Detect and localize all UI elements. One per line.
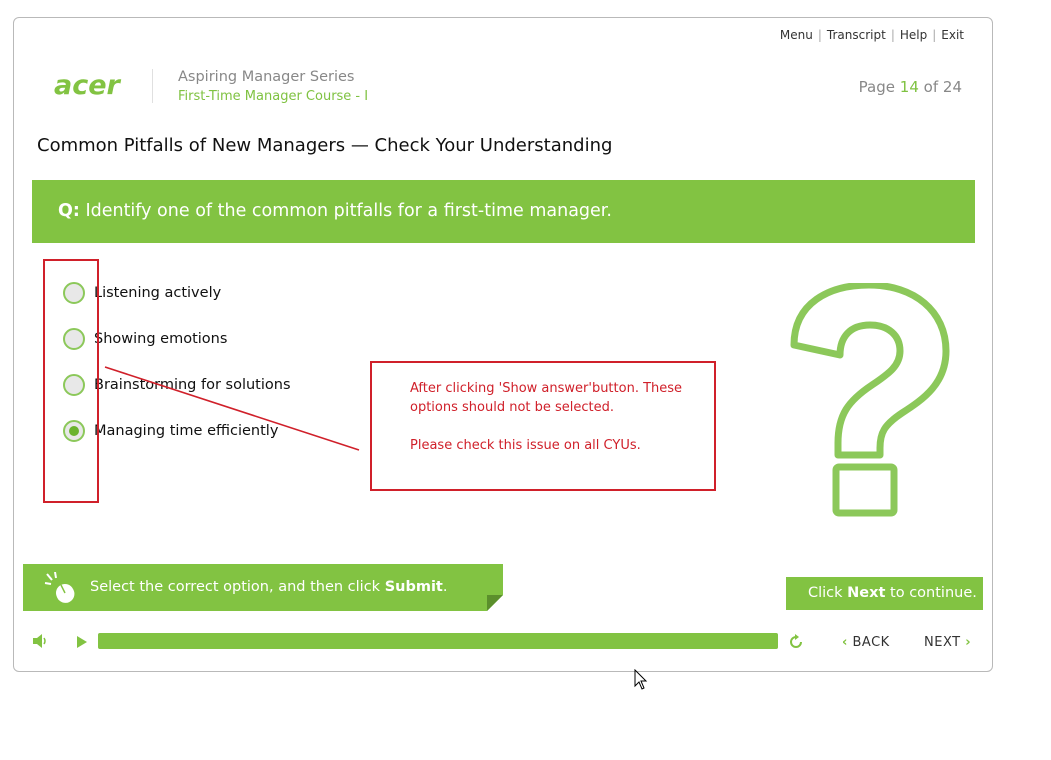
annotation-line-2: Please check this issue on all CYUs. (410, 438, 641, 453)
progress-bar[interactable] (98, 633, 778, 649)
play-icon[interactable] (76, 635, 88, 649)
volume-icon[interactable] (32, 633, 50, 649)
instruction-banner: Select the correct option, and then clic… (23, 564, 503, 611)
mouse-cursor-icon (634, 669, 648, 690)
annotation-note-box: After clicking 'Show answer'button. Thes… (370, 361, 716, 491)
instruction-text: Select the correct option, and then clic… (90, 579, 448, 595)
progress-fill (98, 633, 778, 649)
annotation-line-1: After clicking 'Show answer'button. Thes… (410, 381, 683, 415)
player-controls: ‹ BACK NEXT › (14, 623, 992, 663)
next-emphasis: Next (847, 585, 886, 601)
next-button[interactable]: NEXT › (924, 635, 971, 650)
back-button[interactable]: ‹ BACK (842, 635, 890, 650)
course-player-frame: Menu | Transcript | Help | Exit acer Aspiring … (13, 17, 993, 672)
question-mark-icon (790, 283, 950, 517)
replay-icon[interactable] (788, 634, 804, 650)
mouse-click-icon (44, 572, 75, 603)
chevron-right-icon: › (965, 635, 972, 650)
chevron-left-icon: ‹ (842, 635, 848, 650)
continue-banner: Click Next to continue. (786, 577, 983, 610)
submit-emphasis: Submit (384, 579, 443, 595)
